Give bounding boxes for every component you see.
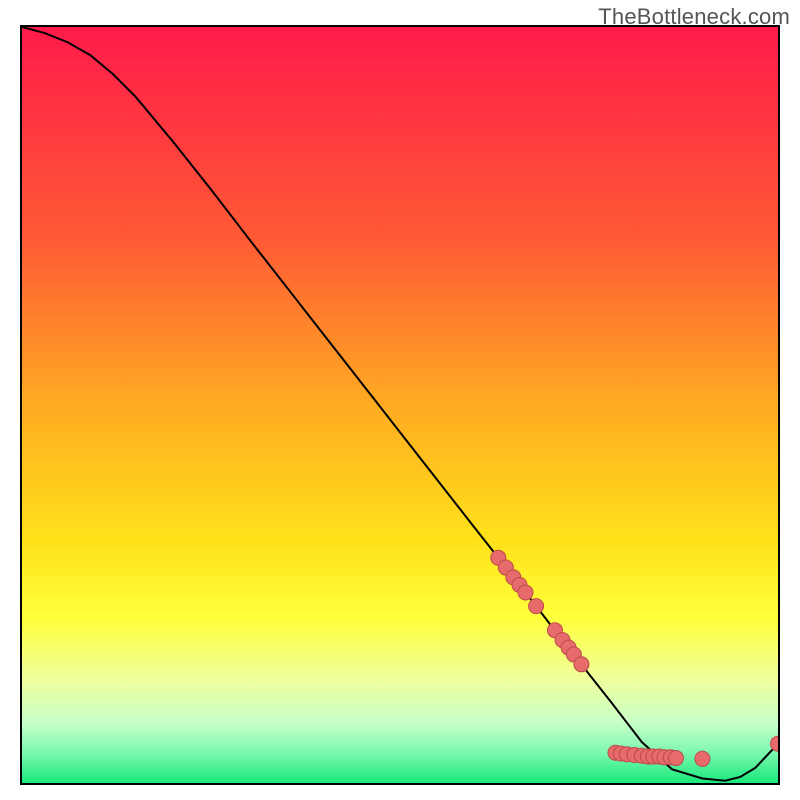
data-point <box>518 585 533 600</box>
data-point <box>529 599 544 614</box>
plot-area <box>20 25 780 785</box>
data-point <box>668 751 683 766</box>
chart-container: TheBottleneck.com <box>0 0 800 800</box>
data-point <box>695 751 710 766</box>
points-layer <box>22 27 778 783</box>
watermark-label: TheBottleneck.com <box>598 4 790 30</box>
data-point <box>574 657 589 672</box>
scatter-points-group <box>491 550 778 766</box>
data-point <box>771 736 779 751</box>
